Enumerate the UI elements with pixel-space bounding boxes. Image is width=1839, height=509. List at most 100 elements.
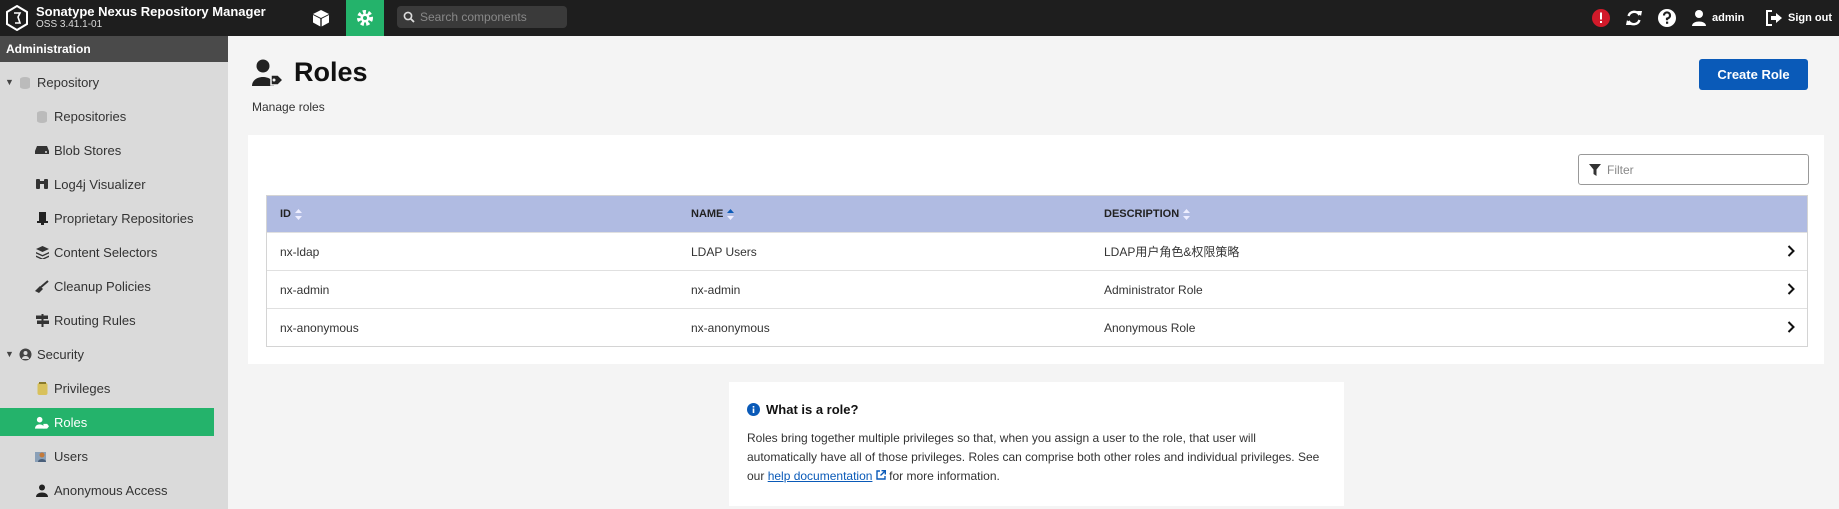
sidebar-item-log4j-visualizer[interactable]: Log4j Visualizer <box>0 170 214 198</box>
column-header-description[interactable]: DESCRIPTION <box>1104 208 1784 220</box>
user-tag-icon <box>35 415 49 429</box>
hard-drive-icon <box>35 143 49 157</box>
sign-out-label: Sign out <box>1788 12 1832 24</box>
sidebar-group-label: Repository <box>37 74 100 90</box>
page-title: Roles <box>294 57 368 87</box>
sidebar-group-security[interactable]: ▼ Security <box>0 340 214 368</box>
sign-out-button[interactable]: Sign out <box>1765 0 1832 36</box>
table-row[interactable]: nx-anonymous nx-anonymous Anonymous Role <box>267 308 1807 346</box>
broom-icon <box>35 279 49 293</box>
search-input[interactable] <box>420 10 560 24</box>
cell-description: LDAP用户角色&权限策略 <box>1104 245 1240 259</box>
sidebar-item-blob-stores[interactable]: Blob Stores <box>0 136 214 164</box>
layers-icon <box>35 245 49 259</box>
cell-id: nx-admin <box>280 282 330 297</box>
page-header: Roles <box>252 57 368 88</box>
sign-out-icon <box>1766 10 1782 26</box>
sidebar-item-repositories[interactable]: Repositories <box>0 102 214 130</box>
filter-input[interactable] <box>1607 162 1797 177</box>
column-header-label: DESCRIPTION <box>1104 208 1180 220</box>
help-documentation-link[interactable]: help documentation <box>768 469 873 483</box>
alert-button[interactable] <box>1591 0 1616 36</box>
sidebar-item-label: Anonymous Access <box>54 482 168 498</box>
alert-icon <box>1592 9 1610 27</box>
app-name: Sonatype Nexus Repository Manager <box>36 4 266 19</box>
user-menu[interactable]: admin <box>1691 0 1744 36</box>
search-icon <box>403 11 415 23</box>
browse-button[interactable] <box>302 0 340 36</box>
cell-id: nx-ldap <box>280 244 320 259</box>
chevron-right-icon <box>1787 321 1795 333</box>
sidebar-item-label: Proprietary Repositories <box>54 210 194 226</box>
sidebar-group-label: Security <box>37 346 84 362</box>
sidebar-item-roles[interactable]: Roles <box>0 408 214 436</box>
user-label: admin <box>1712 12 1745 24</box>
top-bar: Sonatype Nexus Repository Manager OSS 3.… <box>0 0 1839 36</box>
sidebar-item-label: Repositories <box>54 108 127 124</box>
sidebar-item-label: Routing Rules <box>54 312 136 328</box>
sort-icon <box>295 208 302 220</box>
users-icon <box>35 449 49 463</box>
security-icon <box>18 347 32 361</box>
user-icon <box>35 483 49 497</box>
sidebar-item-anonymous-access[interactable]: Anonymous Access <box>0 476 214 504</box>
column-header-name[interactable]: NAME <box>691 208 1104 220</box>
binoculars-icon <box>35 177 49 191</box>
sidebar-item-content-selectors[interactable]: Content Selectors <box>0 238 214 266</box>
sidebar-header: Administration <box>0 36 228 62</box>
sort-ascending-icon <box>727 208 735 220</box>
cell-name: nx-admin <box>691 282 741 297</box>
info-title-text: What is a role? <box>766 402 859 417</box>
sidebar-item-label: Cleanup Policies <box>54 278 151 294</box>
table-row[interactable]: nx-ldap LDAP Users LDAP用户角色&权限策略 <box>267 232 1807 270</box>
database-icon <box>35 109 49 123</box>
cell-description: Anonymous Role <box>1104 320 1196 335</box>
create-role-button[interactable]: Create Role <box>1699 59 1808 90</box>
sidebar-item-users[interactable]: Users <box>0 442 214 470</box>
sidebar-item-privileges[interactable]: Privileges <box>0 374 214 402</box>
sidebar-item-label: Content Selectors <box>54 244 158 260</box>
table-row[interactable]: nx-admin nx-admin Administrator Role <box>267 270 1807 308</box>
roles-table: ID NAME DESCRIPTION nx-ldap LDAP Users L… <box>266 195 1808 347</box>
administration-button[interactable] <box>346 0 384 36</box>
column-header-label: NAME <box>691 208 724 220</box>
sidebar-group-repository[interactable]: ▼ Repository <box>0 68 214 96</box>
gear-icon <box>357 10 373 26</box>
column-header-id[interactable]: ID <box>267 208 691 220</box>
cube-icon <box>313 10 329 27</box>
user-icon <box>1692 10 1706 26</box>
chevron-right-icon <box>1787 245 1795 257</box>
sidebar-item-cleanup-policies[interactable]: Cleanup Policies <box>0 272 214 300</box>
sidebar-item-proprietary-repositories[interactable]: Proprietary Repositories <box>0 204 214 232</box>
refresh-button[interactable] <box>1624 0 1649 36</box>
chevron-right-icon <box>1787 283 1795 295</box>
user-tag-icon <box>252 59 284 86</box>
sidebar-item-label: Blob Stores <box>54 142 122 158</box>
roles-card: ID NAME DESCRIPTION nx-ldap LDAP Users <box>248 135 1824 364</box>
cell-name: LDAP Users <box>691 244 757 259</box>
brand[interactable]: Sonatype Nexus Repository Manager OSS 3.… <box>6 2 266 34</box>
database-icon <box>18 75 32 89</box>
app-version: OSS 3.41.1-01 <box>36 19 103 30</box>
sidebar-item-routing-rules[interactable]: Routing Rules <box>0 306 214 334</box>
filter-icon <box>1589 163 1601 176</box>
refresh-icon <box>1626 10 1642 26</box>
table-header: ID NAME DESCRIPTION <box>267 196 1807 232</box>
sort-icon <box>1183 208 1191 220</box>
info-text-end: for more information. <box>889 469 1000 483</box>
info-icon <box>747 403 760 416</box>
caret-down-icon: ▼ <box>5 349 14 359</box>
info-title: What is a role? <box>747 402 1326 417</box>
search-box[interactable] <box>397 6 567 28</box>
sidebar-item-label: Log4j Visualizer <box>54 176 146 192</box>
page-subtitle: Manage roles <box>252 100 325 114</box>
external-link-icon <box>876 469 886 480</box>
column-header-label: ID <box>280 208 291 220</box>
filter-box[interactable] <box>1578 154 1809 185</box>
question-icon <box>1658 9 1676 27</box>
signpost-icon <box>35 313 49 327</box>
info-body: Roles bring together multiple privileges… <box>747 429 1326 486</box>
help-button[interactable] <box>1657 0 1682 36</box>
jar-icon <box>35 381 49 395</box>
sidebar-item-label: Users <box>54 448 88 464</box>
